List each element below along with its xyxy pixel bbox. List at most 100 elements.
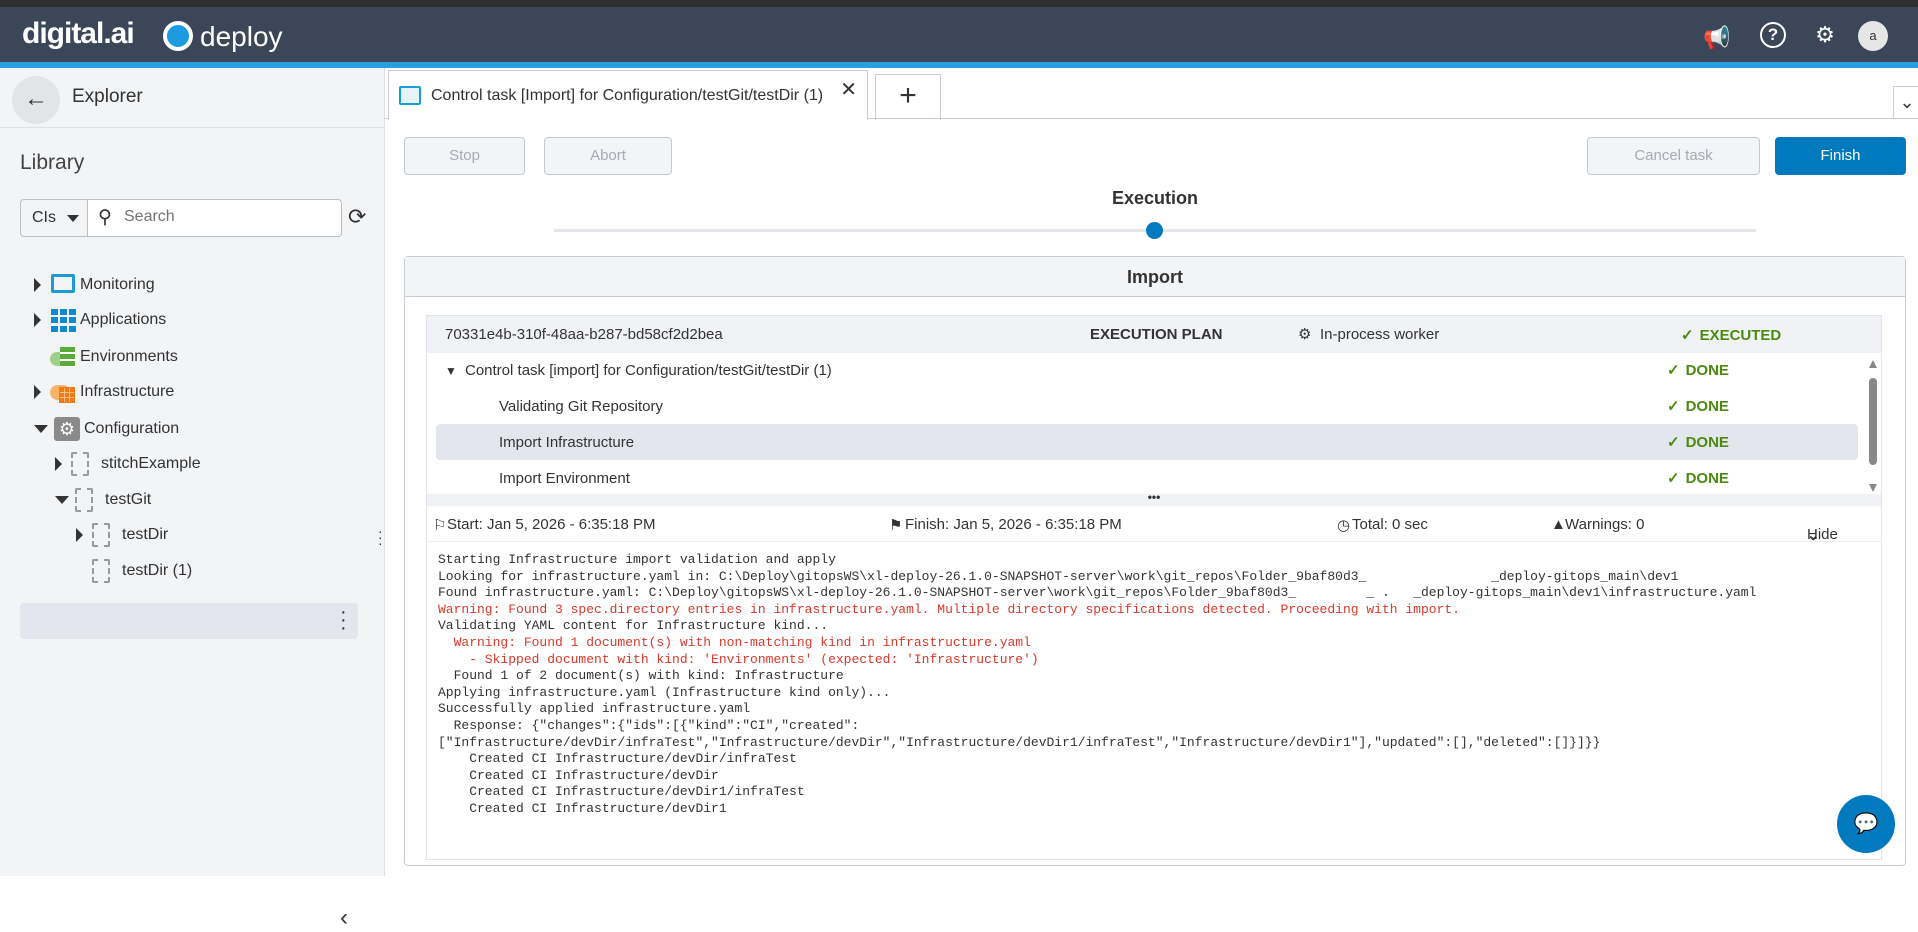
check-icon: ✓ [1667, 398, 1680, 415]
help-icon[interactable]: ? [1760, 22, 1786, 48]
search-box: ⚲ [87, 199, 342, 237]
task-monitor-icon [399, 86, 421, 105]
expand-triangle-icon[interactable] [34, 278, 41, 292]
window-top-strip [0, 0, 1918, 7]
expand-triangle-icon[interactable] [55, 457, 62, 471]
step-label: Control task [import] for Configuration/… [465, 362, 832, 379]
explorer-title: Explorer [72, 86, 143, 107]
step-status-text: DONE [1685, 362, 1729, 379]
tree-item-testgit[interactable]: testGit [55, 482, 151, 518]
expand-triangle-icon[interactable] [34, 313, 41, 327]
steps-scrollbar[interactable] [1867, 360, 1879, 494]
plan-step[interactable]: Import Environment ✓ DONE [427, 461, 1857, 497]
log-line: Successfully applied infrastructure.yaml [438, 701, 751, 717]
plan-status-text: EXECUTED [1699, 327, 1782, 344]
cancel-task-button[interactable]: Cancel task [1587, 137, 1760, 175]
step-status-text: DONE [1685, 398, 1729, 415]
tree-item-applications[interactable]: Applications [34, 302, 166, 338]
step-status: ✓ DONE [1667, 397, 1729, 415]
stop-button[interactable]: Stop [404, 137, 525, 175]
warnings-count: Warnings: 0 [1565, 516, 1645, 533]
tree-item-label: Infrastructure [80, 383, 175, 400]
log-line: Created CI Infrastructure/devDir1 [438, 800, 727, 816]
plan-step[interactable]: Validating Git Repository ✓ DONE [427, 389, 1857, 425]
log-line: ["Infrastructure/devDir/infraTest","Infr… [438, 734, 1601, 750]
stepper-label: Execution [1112, 188, 1199, 208]
log-warning-line: Warning: Found 1 document(s) with non-ma… [438, 634, 1031, 650]
step-status-text: DONE [1685, 470, 1729, 487]
collapse-sidebar-icon[interactable]: ‹ [340, 904, 348, 932]
step-status-text: DONE [1685, 434, 1729, 451]
close-tab-icon[interactable]: ✕ [840, 77, 857, 102]
expand-triangle-icon[interactable] [34, 385, 41, 399]
resize-handle[interactable]: ••• [427, 491, 1881, 506]
timing-info: ⚐ Start: Jan 5, 2026 - 6:35:18 PM ⚑ Fini… [427, 506, 1881, 544]
collapse-triangle-icon[interactable] [55, 496, 69, 504]
tree-item-label: Configuration [84, 420, 180, 437]
new-tab-button[interactable]: + [875, 74, 941, 120]
finish-button[interactable]: Finish [1775, 137, 1906, 175]
step-status: ✓ DONE [1667, 469, 1729, 487]
search-icon: ⚲ [98, 207, 112, 228]
check-icon: ✓ [1667, 434, 1680, 451]
configuration-gear-icon: ⚙ [54, 417, 80, 441]
finish-flag-icon: ⚑ [889, 517, 903, 534]
tree-item-stitchexample[interactable]: stitchExample [55, 446, 201, 482]
abort-button[interactable]: Abort [544, 137, 672, 175]
tree-item-label: testDir (1) [122, 562, 193, 579]
log-warning-line: - Skipped document with kind: 'Environme… [438, 651, 1039, 667]
execution-plan: 70331e4b-310f-48aa-b287-bd58cf2d2bea EXE… [426, 315, 1882, 860]
search-input[interactable] [124, 208, 324, 226]
log-line: Found 1 of 2 document(s) with kind: Infr… [438, 668, 844, 684]
stepper-current-dot[interactable] [1146, 222, 1163, 239]
tab-control-task[interactable]: Control task [Import] for Configuration/… [388, 70, 868, 120]
import-panel: Import 70331e4b-310f-48aa-b287-bd58cf2d2… [404, 256, 1906, 866]
ci-type-dropdown[interactable]: CIs [20, 199, 88, 237]
tree-item-label: testGit [105, 491, 152, 508]
chat-bubble-button[interactable]: 💬 [1837, 795, 1895, 853]
tab-list-chevron-down-icon[interactable]: ⌄ [1893, 86, 1918, 119]
ci-document-icon [92, 559, 110, 583]
log-line: Looking for infrastructure.yaml in: C:\D… [438, 568, 1679, 584]
tree-item-testdir-1[interactable]: testDir (1) [76, 553, 192, 589]
back-arrow-button[interactable]: ← [12, 76, 60, 124]
ci-type-value: CIs [32, 209, 56, 226]
worker-gears-icon: ⚙ [1298, 326, 1312, 343]
tree-item-testdir[interactable]: testDir [76, 517, 168, 553]
selected-row-highlight [20, 603, 358, 639]
tab-bar: Control task [Import] for Configuration/… [385, 68, 1918, 120]
expand-step-triangle-icon[interactable]: ▼ [445, 364, 457, 378]
collapse-triangle-icon[interactable] [34, 425, 48, 433]
tree-item-label: Monitoring [80, 276, 155, 293]
plan-step[interactable]: ▼ Control task [import] for Configuration… [427, 353, 1857, 389]
plan-step[interactable]: Import Infrastructure ✓ DONE [427, 425, 1857, 461]
hide-label: Hide [1807, 526, 1838, 543]
gear-icon[interactable]: ⚙ [1810, 22, 1840, 48]
splitter-handle[interactable]: · · · [378, 524, 383, 550]
tree-item-configuration[interactable]: ⚙ Configuration [34, 411, 179, 447]
step-label: Validating Git Repository [499, 398, 663, 415]
flag-icon: ⚐ [433, 517, 447, 534]
total-time: Total: 0 sec [1352, 516, 1428, 533]
log-line: Applying infrastructure.yaml (Infrastruc… [438, 684, 891, 700]
user-avatar[interactable]: a [1858, 21, 1888, 51]
refresh-icon[interactable]: ⟳ [348, 204, 366, 230]
megaphone-icon[interactable]: 📢 [1702, 25, 1732, 51]
tree-item-environments[interactable]: Environments [34, 339, 178, 375]
task-id: 70331e4b-310f-48aa-b287-bd58cf2d2bea [445, 326, 723, 343]
expand-triangle-icon[interactable] [76, 528, 83, 542]
log-line: Created CI Infrastructure/devDir [438, 767, 719, 783]
digitalai-logo[interactable]: digital.ai [22, 17, 135, 51]
more-options-icon[interactable]: · · · [340, 602, 347, 638]
app-header: digital.ai deploy 📢 ? ⚙ a [0, 7, 1918, 62]
tree-item-infrastructure[interactable]: Infrastructure [34, 374, 174, 410]
step-label: Import Infrastructure [499, 434, 635, 451]
tree-item-monitoring[interactable]: Monitoring [34, 267, 155, 303]
task-log[interactable]: Starting Infrastructure import validatio… [427, 544, 1881, 859]
worker-name: In-process worker [1320, 326, 1440, 343]
deploy-logo-icon [163, 21, 193, 51]
check-icon: ✓ [1667, 470, 1680, 487]
tree-item-label: Environments [80, 348, 178, 365]
check-icon: ✓ [1667, 362, 1680, 379]
log-warning-line: Warning: Found 3 spec.directory entries … [438, 601, 1460, 617]
